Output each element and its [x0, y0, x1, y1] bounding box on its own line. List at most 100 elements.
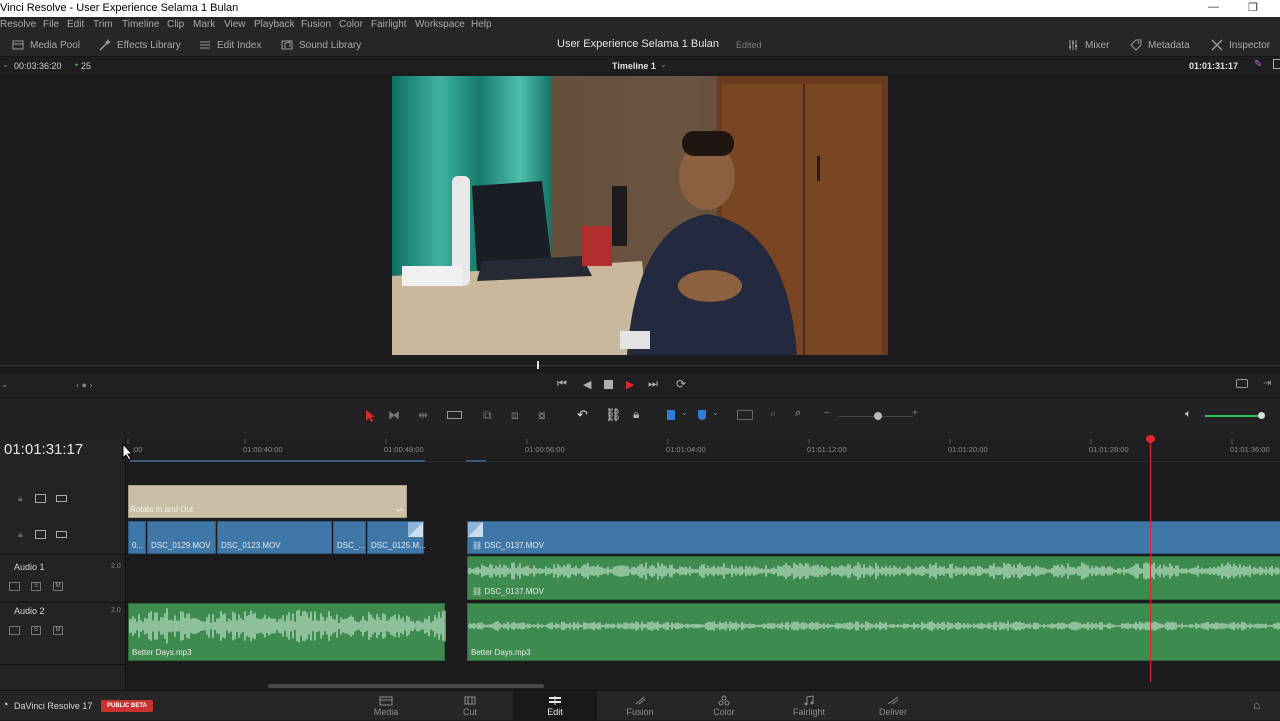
menu-workspace[interactable]: Workspace: [415, 19, 465, 30]
menu-playback[interactable]: Playback: [254, 19, 295, 30]
track-lock-icon[interactable]: 🔒︎: [18, 493, 23, 504]
detail-zoom-icon[interactable]: ⌕: [770, 408, 776, 421]
flag-icon[interactable]: [667, 410, 675, 420]
menu-file[interactable]: File: [43, 19, 59, 30]
marker-icon[interactable]: [698, 410, 706, 420]
jog-control-icon[interactable]: ‹ ● ›: [76, 380, 92, 390]
volume-slider[interactable]: [1205, 415, 1263, 417]
maximize-button[interactable]: ❐: [1248, 1, 1258, 14]
program-viewer[interactable]: [0, 74, 1280, 359]
ruler-label: 01:00:40:00: [243, 445, 283, 454]
dynamic-trim-icon[interactable]: ⇹: [418, 408, 428, 422]
menu-edit[interactable]: Edit: [67, 19, 84, 30]
viewer-scrubber[interactable]: [0, 359, 1280, 373]
menu-trim[interactable]: Trim: [93, 19, 113, 30]
menu-timeline[interactable]: Timeline: [122, 19, 159, 30]
speaker-icon[interactable]: 🔈︎: [1185, 408, 1192, 421]
snapping-icon[interactable]: ↶: [577, 407, 588, 423]
page-tab-cut[interactable]: Cut: [428, 691, 512, 721]
media-pool-button[interactable]: Media Pool: [12, 39, 80, 51]
timeline-ruler[interactable]: :00 01:00:40:00 01:00:48:00 01:00:56:00 …: [126, 434, 1280, 462]
page-tab-color[interactable]: Color: [682, 691, 766, 721]
page-tab-fairlight[interactable]: Fairlight: [767, 691, 851, 721]
stop-icon[interactable]: [604, 380, 613, 389]
track-lock-icon[interactable]: 🔒︎: [18, 529, 23, 540]
video-clip[interactable]: 0...: [128, 521, 146, 554]
mixer-button[interactable]: Mixer: [1067, 39, 1109, 51]
chevron-down-icon[interactable]: ⌄: [1, 379, 9, 390]
audio1-mute-button[interactable]: M: [53, 582, 63, 591]
flag-dropdown-icon[interactable]: ⌄: [681, 408, 688, 417]
track-visibility-icon[interactable]: [56, 495, 67, 502]
zoom-out-icon[interactable]: −: [824, 408, 830, 419]
full-zoom-icon[interactable]: [737, 410, 753, 420]
track-visibility-icon[interactable]: [56, 531, 67, 538]
clip-name: 0...: [132, 541, 144, 550]
timeline-dropdown-icon[interactable]: ⌄: [660, 60, 667, 69]
audio-clip[interactable]: Better Days.mp3: [128, 603, 446, 661]
linked-selection-icon[interactable]: ⛓: [605, 407, 622, 423]
chevron-down-icon[interactable]: ⌄: [2, 60, 9, 69]
page-tab-fusion[interactable]: Fusion: [598, 691, 682, 721]
menu-fairlight[interactable]: Fairlight: [371, 19, 407, 30]
metadata-button[interactable]: Metadata: [1130, 39, 1190, 51]
playhead[interactable]: [1150, 436, 1151, 682]
trim-edit-icon[interactable]: ⧓: [388, 408, 400, 422]
menu-fusion[interactable]: Fusion: [301, 19, 331, 30]
insert-clip-icon[interactable]: ⧉: [483, 408, 492, 423]
menu-help[interactable]: Help: [471, 19, 492, 30]
custom-zoom-icon[interactable]: ⌕: [795, 407, 801, 420]
selection-arrow-icon[interactable]: [365, 410, 375, 422]
skip-to-start-icon[interactable]: ⏮: [557, 378, 567, 391]
effects-library-button[interactable]: Effects Library: [99, 39, 181, 51]
loop-icon[interactable]: ⟳: [676, 377, 686, 391]
sound-library-button[interactable]: Sound Library: [281, 39, 361, 51]
blade-icon[interactable]: [447, 411, 462, 419]
auto-select-icon[interactable]: [35, 494, 46, 503]
zoom-slider-handle[interactable]: [874, 412, 882, 420]
audio2-mute-button[interactable]: M: [53, 626, 63, 635]
audio-clip[interactable]: ⛓ DSC_0137.MOV: [467, 556, 1280, 600]
skip-to-end-icon[interactable]: ⏭: [648, 378, 658, 391]
audio1-auto-select-icon[interactable]: [9, 582, 20, 591]
play-icon[interactable]: ▶: [626, 378, 634, 391]
video-clip[interactable]: DSC_0125.M...: [367, 521, 426, 554]
audio2-auto-select-icon[interactable]: [9, 626, 20, 635]
minimize-button[interactable]: —: [1208, 1, 1219, 13]
viewer-mode-icon[interactable]: [1273, 59, 1280, 69]
match-frame-icon[interactable]: [1236, 379, 1248, 388]
timeline-scrollbar[interactable]: [268, 684, 544, 688]
color-picker-icon[interactable]: ✎: [1254, 59, 1262, 70]
auto-select-icon[interactable]: [35, 530, 46, 539]
video-clip[interactable]: ⛓ DSC_0137.MOV: [467, 521, 1280, 554]
menu-color[interactable]: Color: [339, 19, 363, 30]
replace-clip-icon[interactable]: ⧇: [538, 408, 546, 423]
timeline-name[interactable]: Timeline 1: [612, 61, 656, 71]
video-clip[interactable]: DSC_0123.MOV: [217, 521, 332, 554]
edit-index-button[interactable]: Edit Index: [199, 39, 261, 51]
zoom-in-icon[interactable]: +: [912, 408, 918, 419]
page-tab-media[interactable]: Media: [344, 691, 428, 721]
menu-resolve[interactable]: Resolve: [0, 19, 36, 30]
next-edit-icon[interactable]: ⇥: [1263, 378, 1271, 389]
audio-clip[interactable]: Better Days.mp3: [467, 603, 1280, 661]
scrubber-handle[interactable]: [537, 361, 539, 369]
overwrite-clip-icon[interactable]: ⧈: [511, 408, 519, 423]
play-reverse-icon[interactable]: ◀: [583, 378, 591, 391]
menu-mark[interactable]: Mark: [193, 19, 215, 30]
marker-dropdown-icon[interactable]: ⌄: [712, 408, 719, 417]
title-clip[interactable]: Rotate In and Out ⇌: [128, 485, 407, 518]
menu-view[interactable]: View: [224, 19, 246, 30]
page-tab-deliver[interactable]: Deliver: [851, 691, 935, 721]
lock-icon[interactable]: 🔒︎: [633, 407, 639, 422]
page-tab-edit[interactable]: Edit: [513, 691, 597, 721]
audio2-solo-button[interactable]: S: [31, 626, 41, 635]
inspector-button[interactable]: Inspector: [1211, 39, 1270, 51]
home-icon[interactable]: ⌂: [1253, 698, 1260, 712]
track-divider: [0, 664, 126, 665]
audio1-solo-button[interactable]: S: [31, 582, 41, 591]
video-clip[interactable]: DSC_0129.MOV: [147, 521, 216, 554]
menu-clip[interactable]: Clip: [167, 19, 184, 30]
volume-slider-handle[interactable]: [1258, 412, 1265, 419]
video-clip[interactable]: DSC_...: [333, 521, 366, 554]
